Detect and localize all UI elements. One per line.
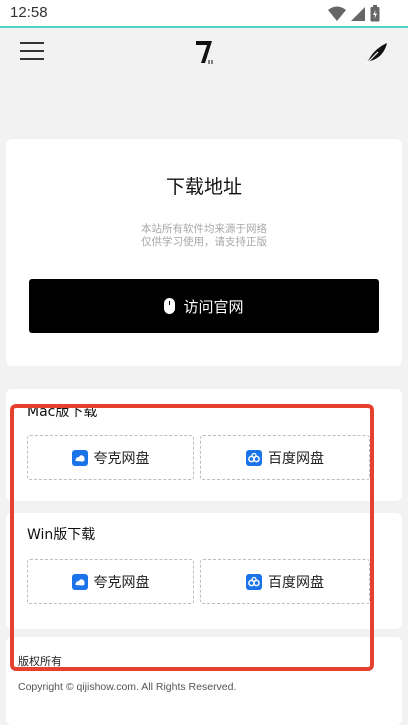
- status-time: 12:58: [10, 4, 48, 21]
- disclaimer-line-1: 本站所有软件均来源于网络: [141, 223, 267, 235]
- signal-icon: [351, 6, 365, 21]
- status-bar: 12:58: [0, 0, 408, 28]
- win-download-card: Win版下载 夸克网盘 百度网盘: [6, 513, 402, 629]
- quark-pan-icon: [71, 449, 88, 466]
- feather-icon[interactable]: [364, 40, 390, 66]
- disclaimer-line-2: 仅供学习使用，请支持正版: [141, 236, 267, 248]
- mac-quark-pan-button[interactable]: 夸克网盘: [27, 435, 194, 480]
- hamburger-icon[interactable]: [20, 42, 44, 62]
- win-section-title: Win版下载: [27, 527, 96, 543]
- mac-download-card: Mac版下载 夸克网盘 百度网盘: [6, 389, 402, 501]
- mouse-icon: [164, 298, 176, 314]
- status-icons: [328, 5, 380, 22]
- baidu-pan-icon: [246, 449, 262, 466]
- mac-baidu-pan-button[interactable]: 百度网盘: [200, 435, 370, 480]
- visit-website-button[interactable]: 访问官网: [29, 279, 379, 333]
- win-quark-pan-label: 夸克网盘: [93, 574, 150, 591]
- app-bar: [0, 30, 408, 76]
- download-header-card: 下载地址 本站所有软件均来源于网络 仅供学习使用，请支持正版 访问官网: [6, 139, 402, 366]
- battery-icon: [370, 5, 380, 22]
- visit-website-label: 访问官网: [183, 297, 244, 316]
- page-title: 下载地址: [165, 176, 242, 198]
- copyright-heading: 版权所有: [18, 655, 62, 668]
- win-baidu-pan-button[interactable]: 百度网盘: [200, 559, 370, 604]
- mac-section-title: Mac版下载: [27, 404, 98, 420]
- win-quark-pan-button[interactable]: 夸克网盘: [27, 559, 194, 604]
- wifi-icon: [328, 6, 346, 21]
- mac-quark-pan-label: 夸克网盘: [93, 450, 150, 467]
- quark-pan-icon: [71, 573, 88, 590]
- baidu-pan-icon: [246, 573, 262, 590]
- win-baidu-pan-label: 百度网盘: [268, 574, 324, 591]
- disclaimer-note: 本站所有软件均来源于网络 仅供学习使用，请支持正版: [6, 223, 402, 249]
- logo-7-icon[interactable]: [194, 38, 216, 66]
- copyright-text: Copyright © qijishow.com. All Rights Res…: [18, 681, 237, 693]
- copyright-card: 版权所有 Copyright © qijishow.com. All Right…: [6, 637, 402, 725]
- mac-baidu-pan-label: 百度网盘: [268, 450, 324, 467]
